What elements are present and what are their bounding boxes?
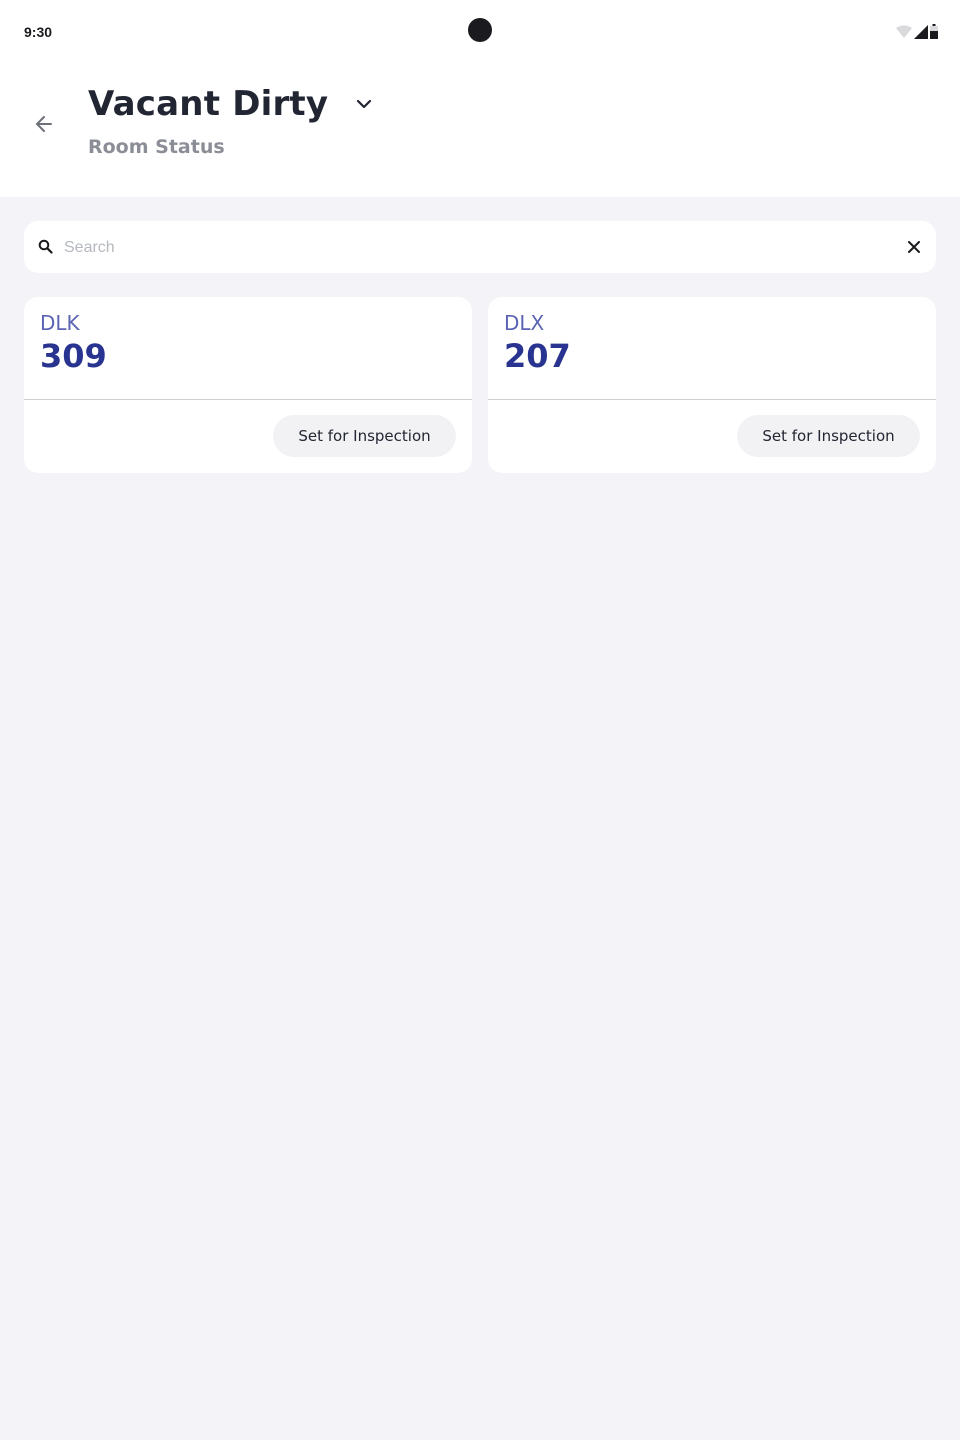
status-time: 9:30 bbox=[24, 24, 53, 40]
room-number: 207 bbox=[504, 337, 571, 375]
app-header: Vacant Dirty Room Status bbox=[0, 64, 960, 197]
battery-icon bbox=[930, 24, 938, 39]
search-icon bbox=[38, 239, 53, 254]
card-divider bbox=[24, 399, 472, 400]
camera-cutout bbox=[468, 18, 492, 42]
search-bar bbox=[24, 221, 936, 273]
search-input[interactable] bbox=[62, 231, 886, 265]
page-title: Vacant Dirty bbox=[88, 84, 329, 124]
card-divider bbox=[488, 399, 936, 400]
status-icons bbox=[896, 24, 938, 39]
room-type: DLK bbox=[40, 311, 80, 335]
room-card: DLK 309 Set for Inspection bbox=[24, 297, 472, 473]
page-subtitle: Room Status bbox=[88, 136, 225, 158]
room-type: DLX bbox=[504, 311, 545, 335]
arrow-back-icon bbox=[36, 116, 52, 132]
room-number: 309 bbox=[40, 337, 107, 375]
status-bar: 9:30 bbox=[0, 0, 960, 64]
back-button[interactable] bbox=[24, 104, 64, 144]
wifi-icon bbox=[896, 25, 912, 38]
set-for-inspection-button[interactable]: Set for Inspection bbox=[273, 415, 456, 457]
title-row: Vacant Dirty bbox=[88, 84, 380, 124]
clear-search-button[interactable] bbox=[902, 235, 926, 259]
set-for-inspection-button[interactable]: Set for Inspection bbox=[737, 415, 920, 457]
close-icon bbox=[908, 241, 920, 253]
room-card: DLX 207 Set for Inspection bbox=[488, 297, 936, 473]
chevron-down-icon bbox=[357, 99, 372, 109]
signal-icon bbox=[914, 24, 928, 39]
status-dropdown-button[interactable] bbox=[348, 88, 380, 120]
